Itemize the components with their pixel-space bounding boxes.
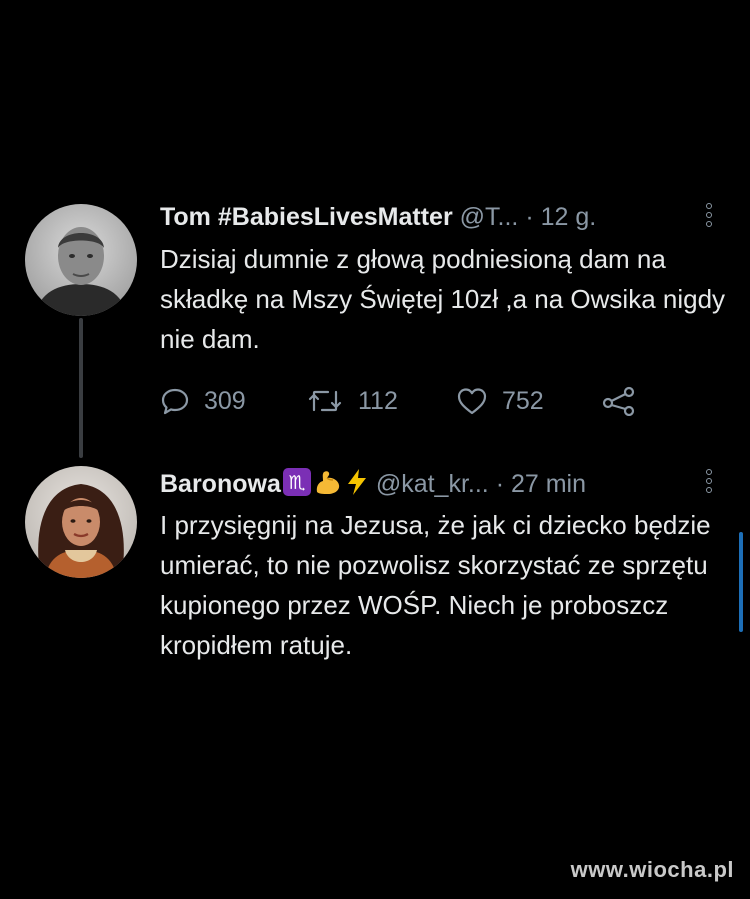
avatar-photo (25, 466, 137, 578)
share-button[interactable] (602, 384, 650, 418)
display-name[interactable]: Tom #BabiesLivesMatter (160, 203, 453, 231)
retweet-icon (308, 390, 342, 412)
retweet-button[interactable]: 112 (306, 384, 398, 418)
share-icon (602, 386, 635, 416)
timestamp[interactable]: 12 g. (541, 203, 597, 231)
user-handle[interactable]: @kat_kr... (376, 470, 489, 498)
retweet-count: 112 (358, 386, 398, 415)
reply-count: 309 (204, 386, 246, 415)
display-name[interactable]: Baronowa (160, 470, 281, 498)
tweet-text: I przysięgnij na Jezusa, że jak ci dziec… (160, 510, 711, 660)
avatar[interactable] (25, 204, 137, 316)
more-vertical-icon[interactable] (704, 469, 714, 497)
separator-dot: · (525, 203, 534, 231)
tweet-text: Dzisiaj dumnie z głową podniesioną dam n… (160, 244, 726, 354)
reply-icon (161, 388, 189, 415)
heart-icon (457, 388, 487, 415)
like-count: 752 (502, 386, 544, 415)
avatar-photo (25, 204, 137, 316)
avatar[interactable] (25, 466, 137, 578)
more-vertical-icon[interactable] (704, 203, 714, 231)
scrollbar-thumb[interactable] (739, 532, 743, 632)
user-handle[interactable]: @T... (460, 203, 519, 231)
tweet-header: Tom #BabiesLivesMatter @T... · 12 g. (160, 202, 596, 232)
separator-dot: · (495, 470, 505, 498)
lightning-bolt-icon (345, 468, 369, 503)
tweet-header: Baronowa ♏ @kat_kr... · 27 min (160, 468, 586, 503)
svg-text:♏: ♏ (288, 472, 305, 494)
reply-button[interactable]: 309 (160, 384, 246, 418)
watermark: www.wiocha.pl (570, 857, 734, 882)
timestamp[interactable]: 27 min (511, 470, 586, 498)
thread-connector-line (79, 318, 83, 458)
scorpio-sign-icon: ♏ (282, 468, 311, 503)
like-button[interactable]: 752 (456, 384, 544, 418)
flexed-biceps-icon (313, 468, 343, 503)
tweet-actions: 309 112 752 (160, 384, 660, 418)
